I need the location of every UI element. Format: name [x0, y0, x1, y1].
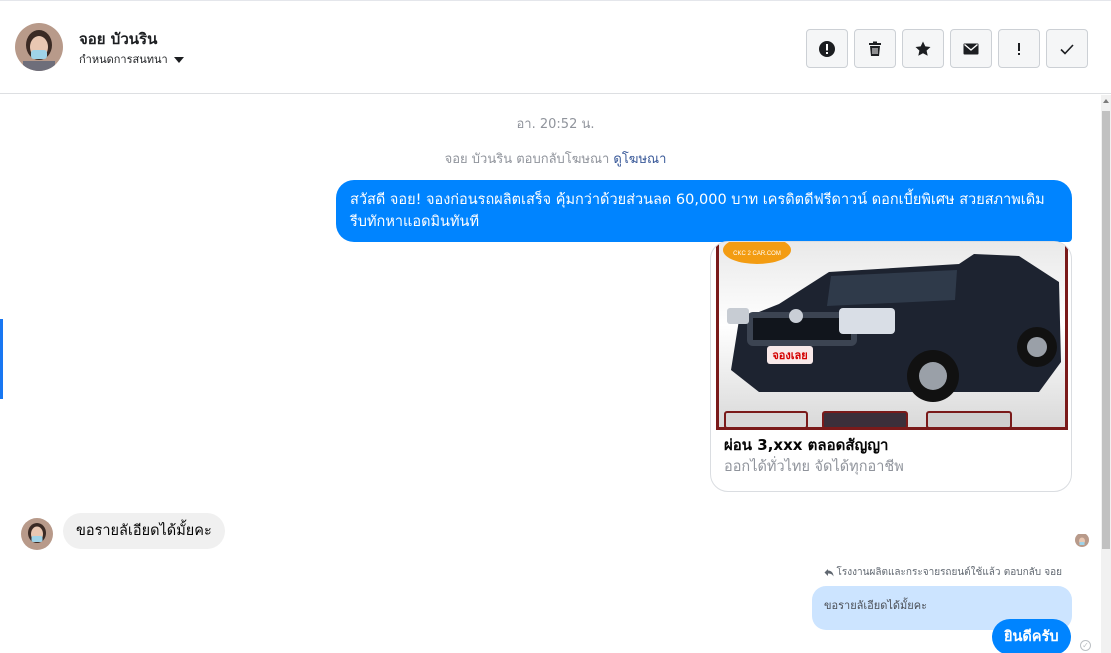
mark-done-button[interactable]: [1046, 29, 1088, 68]
mark-spam-button[interactable]: [806, 29, 848, 68]
done-icon: [1060, 43, 1074, 55]
conversation-header: จอย บัวนริน กำหนดการสนทนา: [0, 1, 1111, 94]
scroll-thumb[interactable]: [1102, 111, 1110, 549]
mark-unread-button[interactable]: [950, 29, 992, 68]
ad-reply-note: จอย บัวนริน ตอบกลับโฆษณา ดูโฆษณา: [0, 148, 1111, 169]
spam-icon: [819, 40, 835, 57]
ad-reply-text: จอย บัวนริน ตอบกลับโฆษณา: [444, 152, 610, 167]
page-reply-note: โรงงานผลิตและกระจายรถยนต์ใช้แล้ว ตอบกลับ…: [824, 565, 1062, 580]
follow-up-button[interactable]: [998, 29, 1040, 68]
header-actions: [806, 29, 1088, 68]
sent-check-icon: ✓: [1080, 640, 1091, 651]
star-icon: [915, 41, 931, 56]
page-reply-bubble: ยินดีครับ: [992, 619, 1071, 653]
ad-message-bubble: สวัสดี จอย! จองก่อนรถผลิตเสร็จ คุ้มกว่าด…: [336, 180, 1072, 242]
seen-indicator-avatar: [1075, 533, 1089, 547]
ad-card-title: ผ่อน 3,xxx ตลอดสัญญา: [724, 436, 889, 454]
assign-label: กำหนดการสนทนา: [79, 53, 168, 66]
ad-card[interactable]: CKC 2 CAR.COM จองเลย ผ่อน 3,xxx ตลอดสัญญ…: [710, 241, 1072, 492]
customer-message-bubble: ขอรายลัเอียดได้มั้ยคะ: [63, 513, 225, 549]
ad-card-subtitle: ออกได้ทั่วไทย จัดได้ทุกอาชีพ: [724, 459, 904, 475]
page-reply-text: โรงงานผลิตและกระจายรถยนต์ใช้แล้ว ตอบกลับ…: [836, 567, 1062, 578]
message-thread[interactable]: อา. 20:52 น. จอย บัวนริน ตอบกลับโฆษณา ดูโ…: [0, 95, 1101, 653]
star-button[interactable]: [902, 29, 944, 68]
message-timestamp: อา. 20:52 น.: [516, 117, 595, 132]
view-ad-link[interactable]: ดูโฆษณา: [613, 152, 666, 167]
inbox-conversation: จอย บัวนริน กำหนดการสนทนา อา. 20:52 น. จ…: [0, 0, 1111, 653]
delete-button[interactable]: [854, 29, 896, 68]
chevron-down-icon: [173, 56, 184, 63]
book-now-badge: จองเลย: [772, 349, 807, 362]
brand-logo-text: CKC 2 CAR.COM: [733, 251, 781, 257]
assign-conversation-dropdown[interactable]: กำหนดการสนทนา: [79, 50, 184, 68]
customer-avatar: [21, 518, 53, 550]
reply-arrow-icon: [824, 569, 834, 577]
contact-name[interactable]: จอย บัวนริน: [79, 27, 157, 51]
trash-icon: [869, 41, 881, 56]
avatar[interactable]: [15, 23, 63, 71]
scroll-up-arrow-icon[interactable]: [1103, 99, 1109, 103]
follow-up-icon: [1018, 42, 1020, 55]
car-image: CKC 2 CAR.COM จองเลย: [716, 242, 1068, 430]
mail-icon: [963, 43, 979, 54]
